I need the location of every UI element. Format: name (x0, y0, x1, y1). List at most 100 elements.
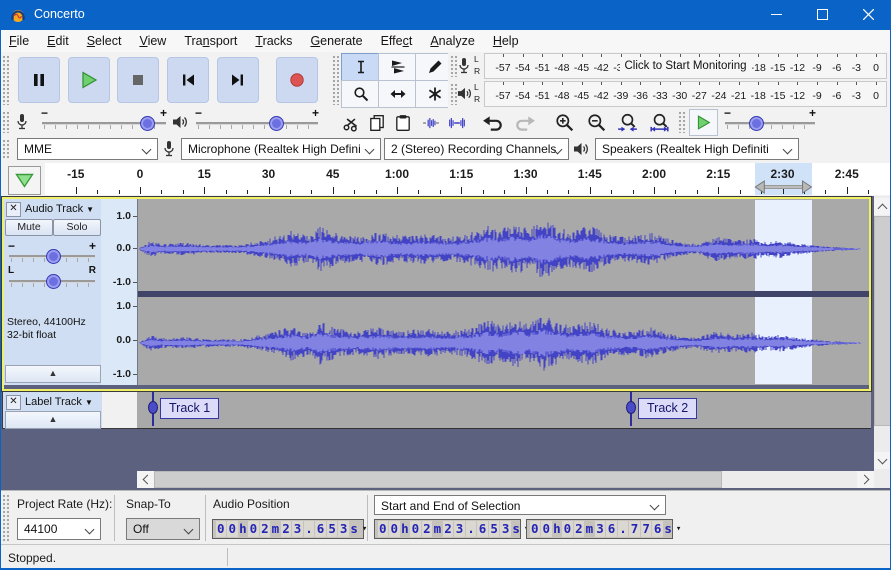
monitoring-overlay[interactable]: Click to Start Monitoring (619, 60, 752, 72)
fit-selection-button[interactable] (611, 109, 643, 136)
cut-button[interactable] (336, 109, 365, 136)
timeline-row: -15 0 15 30 45 1:00 1:15 1:30 1:45 2:00 2:15 2:30 2:… (0, 163, 891, 197)
label-box[interactable]: Track 1 (160, 398, 220, 419)
playback-device-dropdown[interactable]: Speakers (Realtek High Definiti (595, 138, 799, 160)
pause-button[interactable] (18, 57, 60, 103)
vertical-scroll-thumb[interactable] (874, 216, 891, 426)
collapse-track-button[interactable]: ▲ (5, 411, 101, 429)
solo-button[interactable]: Solo (53, 219, 101, 236)
project-rate-dropdown[interactable]: 44100 (17, 518, 101, 540)
scroll-left-button[interactable] (137, 471, 154, 488)
menu-item-analyze[interactable]: Analyze (421, 31, 483, 52)
audio-position-field[interactable]: 0 0 h 0 2 m 2 3. 6 5 3 s ▾ (212, 519, 367, 539)
vertical-scale-ruler[interactable]: 1.0 0.0 -1.0 1.0 0.0 -1.0 (101, 199, 138, 385)
field-dropdown-arrow[interactable]: ▾ (676, 524, 681, 534)
mute-button[interactable]: Mute (5, 219, 53, 236)
close-track-button[interactable]: ✕ (6, 395, 21, 410)
vertical-scrollbar[interactable] (874, 196, 891, 471)
stop-button[interactable] (117, 57, 159, 103)
undo-button[interactable] (476, 109, 509, 136)
skip-to-end-button[interactable] (217, 57, 259, 103)
multi-tool-icon (428, 87, 441, 101)
slider-thumb[interactable] (269, 116, 285, 131)
label-box[interactable]: Track 2 (638, 398, 698, 419)
mixer-toolbar: − + − + (0, 106, 331, 137)
play-button[interactable] (68, 57, 110, 103)
stop-icon (133, 75, 143, 85)
playback-meter-toolbar[interactable]: L R -57 -54 -51 -48 -45 -42 -39 -36 -33 -30 -27 -24… (448, 80, 891, 109)
selection-mode-dropdown[interactable]: Start and End of Selection (374, 495, 666, 515)
menu-item-effect[interactable]: Effect (372, 31, 422, 52)
close-button[interactable] (845, 0, 891, 30)
play-at-speed-button[interactable] (689, 109, 718, 136)
timeline-ruler[interactable]: -15 0 15 30 45 1:00 1:15 1:30 1:45 2:00 2:15 2:30 2:… (45, 163, 891, 195)
horizontal-scroll-thumb[interactable] (154, 471, 722, 488)
toolbar-grip[interactable] (2, 494, 9, 542)
time-shift-tool-button[interactable] (378, 80, 417, 108)
zoom-out-button[interactable] (582, 109, 611, 136)
zoom-in-button[interactable] (550, 109, 579, 136)
audio-position-label: Audio Position (213, 497, 290, 511)
scroll-down-button[interactable] (874, 452, 891, 469)
track-title-menu[interactable]: Audio Track ▼ (25, 203, 94, 215)
toolbar-grip[interactable] (2, 55, 9, 105)
slider-thumb[interactable] (139, 116, 155, 131)
menu-item-transport[interactable]: Transport (175, 31, 246, 52)
paste-button[interactable] (388, 109, 417, 136)
playback-meter-scale[interactable]: -57 -54 -51 -48 -45 -42 -39 -36 -33 -30 -27 -24 -21-… (484, 81, 887, 107)
timeline-options-button[interactable] (8, 166, 41, 195)
recording-channels-dropdown[interactable]: 2 (Stereo) Recording Channels (384, 138, 569, 160)
horizontal-scrollbar[interactable] (137, 471, 874, 488)
menu-item-view[interactable]: View (130, 31, 175, 52)
copy-button[interactable] (362, 109, 391, 136)
pan-slider[interactable]: L R (8, 265, 96, 289)
toolbar-grip[interactable] (2, 111, 9, 133)
audio-host-dropdown[interactable]: MME (17, 138, 158, 160)
label-track-title-menu[interactable]: Label Track ▼ (25, 396, 93, 408)
silence-audio-button[interactable] (442, 109, 471, 136)
redo-button[interactable] (509, 109, 540, 136)
menu-item-help[interactable]: Help (484, 31, 528, 52)
recording-device-dropdown[interactable]: Microphone (Realtek High Defini (181, 138, 381, 160)
minimize-button[interactable] (753, 0, 799, 30)
toolbar-grip[interactable] (450, 55, 457, 77)
zoom-tool-button[interactable] (341, 80, 380, 108)
label-track-canvas[interactable]: Track 1 Track 2 (137, 391, 871, 429)
track-format-info: Stereo, 44100Hz (7, 316, 86, 328)
envelope-tool-button[interactable] (378, 53, 417, 81)
slider-thumb[interactable] (45, 249, 61, 264)
menu-item-edit[interactable]: Edit (38, 31, 78, 52)
selection-start-field[interactable]: 00h02m23.653s▾ (374, 519, 529, 539)
maximize-button[interactable] (799, 0, 845, 30)
selection-tool-button[interactable] (341, 53, 380, 81)
gain-slider[interactable]: − + (8, 239, 96, 264)
menu-item-file[interactable]: File (0, 31, 38, 52)
collapse-track-button[interactable]: ▲ (5, 365, 101, 383)
speaker-icon (456, 86, 473, 104)
selection-end-field[interactable]: 0 0 h 0 2 m 3 6. 7 7 6 s ▾ (526, 519, 681, 539)
menu-item-generate[interactable]: Generate (301, 31, 371, 52)
menu-item-tracks[interactable]: Tracks (246, 31, 301, 52)
label-marker[interactable] (148, 392, 158, 426)
label-marker[interactable] (626, 392, 636, 426)
slider-thumb[interactable] (748, 116, 764, 131)
playback-volume-slider[interactable]: − + (195, 106, 319, 131)
snap-to-dropdown[interactable]: Off (126, 518, 200, 540)
record-button[interactable] (276, 57, 318, 103)
toolbar-grip[interactable] (2, 139, 9, 160)
project-rate-label: Project Rate (Hz): (17, 497, 113, 511)
recording-meter-toolbar[interactable]: L R -57-54-51-48-45-42-39-36-33-30-27-24… (448, 52, 891, 81)
recording-volume-slider[interactable]: − + (41, 106, 167, 131)
fit-project-button[interactable] (643, 109, 675, 136)
trim-audio-button[interactable] (416, 109, 445, 136)
play-speed-slider[interactable]: − + (724, 106, 816, 131)
slider-thumb[interactable] (45, 274, 61, 289)
toolbar-grip[interactable] (678, 111, 685, 133)
close-track-button[interactable]: ✕ (6, 202, 21, 217)
recording-meter-scale[interactable]: -57-54-51-48-45-42-39-36-33-30-27-24-21-… (484, 53, 887, 79)
menu-item-select[interactable]: Select (78, 31, 131, 52)
scroll-right-button[interactable] (857, 471, 874, 488)
scroll-up-button[interactable] (874, 198, 891, 215)
toolbar-grip[interactable] (332, 55, 339, 105)
skip-to-start-button[interactable] (167, 57, 209, 103)
